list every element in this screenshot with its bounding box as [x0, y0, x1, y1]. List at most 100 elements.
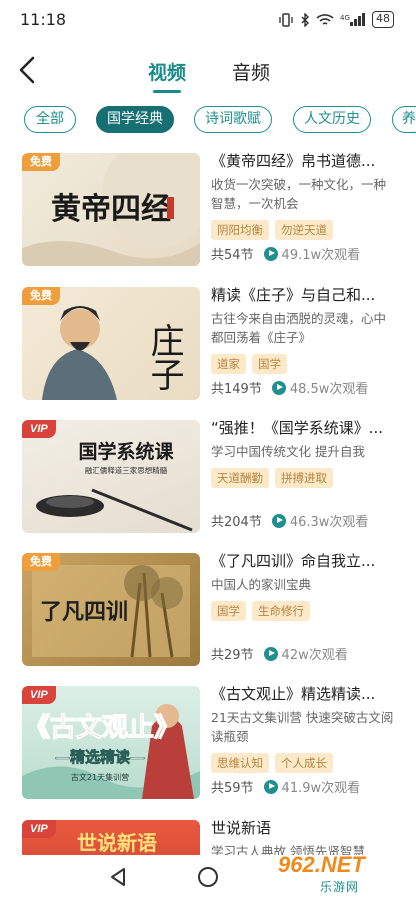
- thumbnail-subtitle: 融汇儒释道三家思想精髓: [85, 465, 168, 475]
- wifi-icon: [316, 13, 334, 25]
- course-tag: 思维认知: [211, 753, 269, 773]
- course-tag: 勿逆天道: [275, 220, 333, 240]
- course-thumbnail: 免费 庄子: [22, 287, 200, 400]
- status-bar: 11:18 4G 48: [0, 0, 416, 40]
- chip-poetry[interactable]: 诗词歌赋: [194, 106, 272, 133]
- chip-history[interactable]: 人文历史: [293, 106, 371, 133]
- course-meta: 共54节 49.1w次观看: [211, 244, 360, 263]
- play-icon: [263, 246, 278, 261]
- free-badge: 免费: [22, 153, 60, 171]
- nav-back-icon[interactable]: [108, 867, 128, 887]
- course-title: 《古文观止》精选精读...: [211, 685, 376, 703]
- vip-badge: VIP: [22, 420, 56, 438]
- course-title: 世说新语: [211, 819, 272, 837]
- course-card[interactable]: VIP 《古文观止》 —精选精读— 古文21天集训营 《古文观止》精选精读...…: [0, 683, 416, 807]
- course-meta: 共204节 46.3w次观看: [211, 511, 368, 530]
- course-meta: 共59节 41.9w次观看: [211, 777, 360, 796]
- view-count: 46.3w次观看: [289, 515, 369, 530]
- view-count: 48.5w次观看: [289, 382, 369, 397]
- course-info: 精读《庄子》与自己和... 古往今来自由洒脱的灵魂，心中都回荡着《庄子》 道家国…: [211, 284, 397, 408]
- nav-home-icon[interactable]: [198, 867, 218, 887]
- course-tag: 国学: [211, 601, 246, 621]
- course-tag: 阴阳均衡: [211, 220, 269, 240]
- course-desc: 收货一次突破，一种文化，一种智慧，一次机会: [211, 177, 387, 211]
- course-tag: 生命修行: [252, 601, 310, 621]
- course-tags: 阴阳均衡 勿逆天道: [211, 219, 397, 241]
- course-thumbnail: 免费 黄帝四经: [22, 153, 200, 266]
- course-thumbnail: VIP 国学系统课 融汇儒释道三家思想精髓: [22, 420, 200, 533]
- lesson-count: 共149节: [211, 382, 262, 397]
- status-time: 11:18: [20, 10, 67, 29]
- category-chips: 全部 国学经典 诗词歌赋 人文历史 养: [0, 106, 416, 136]
- watermark-logo: 962.NET: [278, 852, 365, 877]
- course-title: 《了凡四训》命自我立...: [211, 552, 376, 570]
- course-meta: 共29节 42w次观看: [211, 644, 348, 663]
- play-icon: [263, 646, 278, 661]
- free-badge: 免费: [22, 553, 60, 571]
- course-list: 免费 黄帝四经 《黄帝四经》帛书道德... 收货一次突破，一种文化，一种智慧，一…: [0, 150, 416, 855]
- active-tab-indicator: [153, 90, 181, 93]
- chip-classics[interactable]: 国学经典: [96, 106, 174, 133]
- lesson-count: 共59节: [211, 781, 254, 796]
- course-tags: 道家 国学: [211, 353, 397, 375]
- vibrate-icon: [279, 12, 293, 27]
- tab-video[interactable]: 视频: [148, 58, 186, 85]
- thumbnail-title: 国学系统课: [78, 440, 174, 463]
- play-icon: [271, 380, 286, 395]
- course-thumbnail: VIP 世说新语: [22, 820, 200, 855]
- course-tag: 道家: [211, 354, 246, 374]
- site-watermark: 962.NET 乐游网: [278, 850, 410, 896]
- bluetooth-icon: [301, 12, 309, 27]
- course-desc: 21天古文集训营 快速突破古文阅读瓶颈: [211, 710, 394, 744]
- course-tag: 天道酬勤: [211, 468, 269, 488]
- vip-badge: VIP: [22, 820, 56, 838]
- free-badge: 免费: [22, 287, 60, 305]
- course-desc: 学习中国传统文化 提升自我: [211, 444, 365, 459]
- thumbnail-title: 《古文观止》: [24, 712, 180, 743]
- svg-text:4G: 4G: [340, 14, 350, 22]
- course-info: 《了凡四训》命自我立... 中国人的家训宝典 国学 生命修行 共29节 42w次观…: [211, 550, 397, 674]
- lesson-count: 共29节: [211, 648, 254, 663]
- course-tags: 思维认知 个人成长: [211, 752, 397, 774]
- course-tag: 个人成长: [275, 753, 333, 773]
- view-count: 42w次观看: [281, 648, 348, 663]
- course-tags: 天道酬勤 拼搏进取: [211, 467, 397, 489]
- watermark-subtitle: 乐游网: [320, 880, 360, 894]
- signal-icon: 4G: [340, 12, 365, 26]
- status-icons: 4G 48: [278, 11, 394, 28]
- course-desc: 古往今来自由洒脱的灵魂，心中都回荡着《庄子》: [211, 311, 387, 345]
- chip-health[interactable]: 养: [392, 106, 416, 133]
- play-icon: [271, 513, 286, 528]
- tab-audio[interactable]: 音频: [232, 58, 270, 85]
- course-card[interactable]: VIP 国学系统课 融汇儒释道三家思想精髓 “强推！《国学系统课》... 学习中…: [0, 417, 416, 541]
- lesson-count: 共204节: [211, 515, 262, 530]
- course-card[interactable]: 免费 了凡四训 《了凡四训》命自我立... 中国人的家训宝典 国学 生命修行 共2…: [0, 550, 416, 674]
- view-count: 41.9w次观看: [281, 781, 361, 796]
- vip-badge: VIP: [22, 686, 56, 704]
- view-count: 49.1w次观看: [281, 248, 361, 263]
- course-info: 《黄帝四经》帛书道德... 收货一次突破，一种文化，一种智慧，一次机会 阴阳均衡…: [211, 150, 397, 274]
- thumbnail-title: 了凡四训: [40, 599, 128, 625]
- course-card[interactable]: 免费 黄帝四经 《黄帝四经》帛书道德... 收货一次突破，一种文化，一种智慧，一…: [0, 150, 416, 274]
- course-info: “强推！《国学系统课》... 学习中国传统文化 提升自我 天道酬勤 拼搏进取 共2…: [211, 417, 397, 541]
- thumbnail-title: 庄子: [144, 323, 184, 391]
- header: 视频 音频: [0, 44, 416, 96]
- thumbnail-caption: 古文21天集训营: [71, 772, 129, 782]
- course-meta: 共149节 48.5w次观看: [211, 378, 368, 397]
- thumbnail-title: 世说新语: [77, 831, 157, 855]
- course-info: 《古文观止》精选精读... 21天古文集训营 快速突破古文阅读瓶颈 思维认知 个人…: [211, 683, 397, 807]
- thumbnail-title: 黄帝四经: [51, 192, 171, 227]
- back-arrow-icon[interactable]: [12, 54, 44, 86]
- lesson-count: 共54节: [211, 248, 254, 263]
- course-thumbnail: VIP 《古文观止》 —精选精读— 古文21天集训营: [22, 686, 200, 799]
- chip-all[interactable]: 全部: [24, 106, 76, 133]
- play-icon: [263, 779, 278, 794]
- course-tag: 拼搏进取: [275, 468, 333, 488]
- course-title: “强推！《国学系统课》...: [211, 419, 384, 437]
- course-tags: 国学 生命修行: [211, 600, 397, 622]
- battery-icon: 48: [372, 11, 394, 28]
- course-title: 精读《庄子》与自己和...: [211, 286, 376, 304]
- course-title: 《黄帝四经》帛书道德...: [211, 152, 376, 170]
- course-card[interactable]: 免费 庄子 精读《庄子》与自己和... 古往今来自由洒脱的灵魂，心中都回荡着《庄…: [0, 284, 416, 408]
- course-desc: 中国人的家训宝典: [211, 577, 312, 592]
